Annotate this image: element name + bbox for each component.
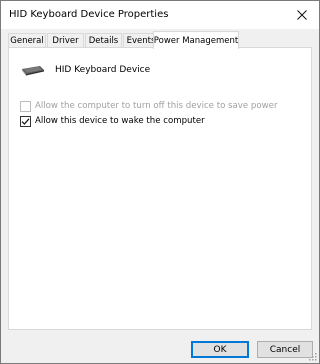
keyboard-icon [22,66,44,76]
window-title: HID Keyboard Device Properties [9,9,169,20]
option-allow-wake: Allow this device to wake the computer [20,115,205,127]
device-header: HID Keyboard Device [21,60,150,80]
tab-driver[interactable]: Driver [47,33,84,48]
title-bar[interactable]: HID Keyboard Device Properties [1,1,319,29]
allow-turn-off-label: Allow the computer to turn off this devi… [35,101,278,111]
tab-general-label: General [10,36,44,46]
tab-details-label: Details [88,36,119,46]
tab-driver-label: Driver [52,36,79,46]
tab-power-management-label: Power Management [153,35,239,46]
tab-events-label: Events [126,36,156,46]
ok-button-label: OK [213,344,227,355]
allow-turn-off-checkbox[interactable] [20,100,31,112]
close-button[interactable] [285,1,319,29]
allow-wake-checkbox[interactable] [20,115,31,127]
device-name: HID Keyboard Device [55,65,151,75]
cancel-button[interactable]: Cancel [257,341,313,358]
tab-power-management[interactable]: Power Management [153,31,239,49]
properties-dialog: HID Keyboard Device Properties General D… [0,0,320,364]
checkmark-icon [21,117,30,125]
power-management-panel: HID Keyboard Device Allow the computer t… [8,47,312,330]
tab-general[interactable]: General [8,33,46,48]
close-icon [297,10,307,20]
allow-wake-label: Allow this device to wake the computer [35,116,205,126]
ok-button[interactable]: OK [191,341,249,358]
cancel-button-label: Cancel [269,344,301,355]
resize-grip-icon[interactable] [307,351,317,361]
option-allow-turn-off: Allow the computer to turn off this devi… [20,100,277,112]
tab-details[interactable]: Details [85,33,122,48]
